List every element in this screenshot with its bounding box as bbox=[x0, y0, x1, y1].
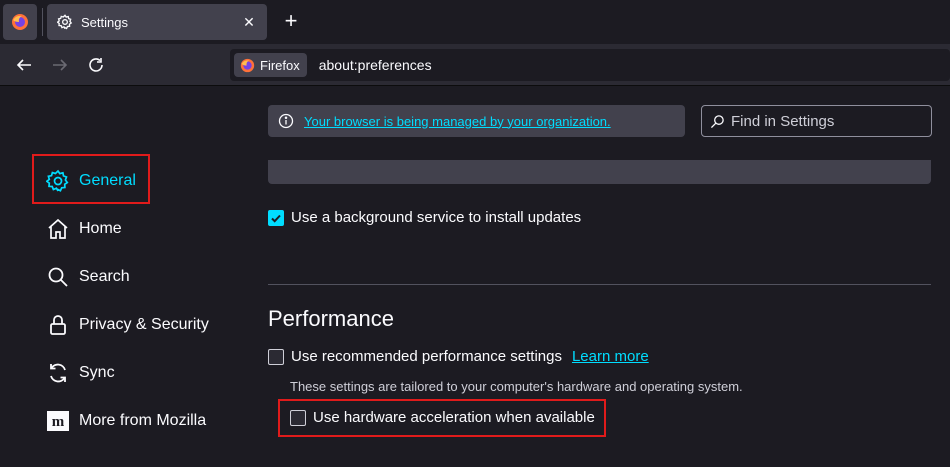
find-in-settings-input[interactable] bbox=[731, 112, 921, 130]
tab-title: Settings bbox=[81, 14, 128, 30]
mozilla-icon: m bbox=[46, 409, 70, 433]
recommended-performance-label: Use recommended performance settings bbox=[291, 348, 562, 365]
sidebar-item-sync[interactable]: Sync bbox=[46, 359, 115, 387]
firefox-icon bbox=[240, 58, 255, 72]
managed-policies-link[interactable]: Your browser is being managed by your or… bbox=[304, 114, 611, 129]
find-in-settings-box[interactable] bbox=[701, 105, 932, 137]
sidebar-item-search[interactable]: Search bbox=[46, 263, 130, 291]
hardware-acceleration-highlight-box bbox=[278, 399, 606, 437]
close-tab-icon[interactable]: ✕ bbox=[241, 14, 257, 31]
info-icon bbox=[278, 113, 294, 129]
identity-label: Firefox bbox=[260, 57, 300, 73]
general-highlight-box bbox=[32, 154, 150, 204]
background-service-label: Use a background service to install upda… bbox=[291, 209, 582, 226]
sidebar-item-home[interactable]: Home bbox=[46, 215, 122, 243]
forward-arrow-icon bbox=[53, 59, 68, 71]
reload-icon bbox=[89, 58, 103, 72]
background-service-row[interactable]: Use a background service to install upda… bbox=[268, 209, 581, 226]
back-arrow-icon bbox=[16, 59, 31, 71]
firefox-icon bbox=[12, 14, 28, 30]
search-icon bbox=[710, 114, 724, 128]
search-icon bbox=[46, 265, 70, 289]
home-icon bbox=[46, 217, 70, 241]
sidebar-item-more-from-mozilla[interactable]: m More from Mozilla bbox=[46, 407, 206, 435]
tab-strip: Settings ✕ + bbox=[0, 0, 950, 44]
sidebar-item-label: Home bbox=[79, 220, 122, 237]
tab-separator bbox=[42, 8, 43, 36]
learn-more-link[interactable]: Learn more bbox=[572, 348, 649, 365]
url-text[interactable]: about:preferences bbox=[319, 57, 432, 73]
reload-button[interactable] bbox=[83, 53, 109, 77]
background-service-checkbox[interactable] bbox=[268, 209, 284, 226]
preferences-content: General Home Search Privacy & Security S… bbox=[0, 86, 950, 467]
performance-description: These settings are tailored to your comp… bbox=[290, 379, 743, 394]
forward-button[interactable] bbox=[47, 53, 73, 77]
sidebar-item-privacy[interactable]: Privacy & Security bbox=[46, 311, 209, 339]
gear-icon bbox=[57, 14, 73, 30]
sidebar-item-label: More from Mozilla bbox=[79, 412, 207, 429]
back-button[interactable] bbox=[11, 53, 37, 77]
performance-heading: Performance bbox=[268, 306, 394, 331]
svg-text:m: m bbox=[52, 414, 65, 430]
pinned-tab[interactable] bbox=[3, 4, 37, 40]
sidebar-item-label: Search bbox=[79, 268, 130, 285]
sync-icon bbox=[46, 361, 70, 385]
lock-icon bbox=[46, 313, 70, 337]
managed-notice: Your browser is being managed by your or… bbox=[268, 105, 685, 137]
identity-box[interactable]: Firefox bbox=[234, 53, 307, 77]
recommended-performance-checkbox[interactable] bbox=[268, 348, 284, 365]
sidebar-item-label: Sync bbox=[79, 364, 115, 381]
sidebar-item-label: Privacy & Security bbox=[79, 316, 209, 333]
url-bar[interactable]: Firefox about:preferences bbox=[230, 49, 950, 81]
section-divider bbox=[268, 284, 931, 285]
new-tab-button[interactable]: + bbox=[280, 10, 302, 34]
tab-settings[interactable]: Settings ✕ bbox=[47, 4, 267, 40]
checkmark-icon bbox=[271, 214, 281, 223]
recommended-performance-row[interactable]: Use recommended performance settings Lea… bbox=[268, 348, 649, 365]
update-section-footer bbox=[268, 160, 931, 184]
navigation-bar: Firefox about:preferences bbox=[0, 44, 950, 86]
